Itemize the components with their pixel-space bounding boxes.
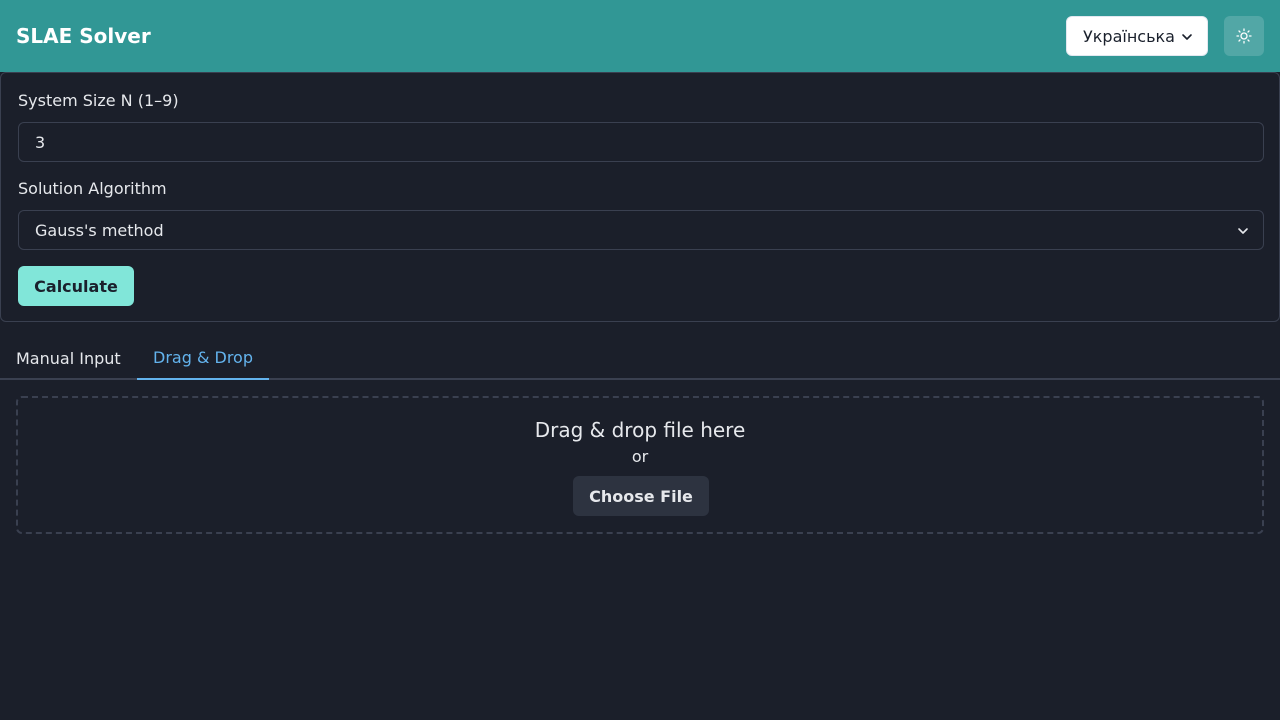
tab-drag-drop[interactable]: Drag & Drop <box>137 336 269 380</box>
chevron-down-icon <box>1238 228 1248 234</box>
language-select[interactable]: Українська <box>1066 16 1208 56</box>
algorithm-select-value: Gauss's method <box>35 220 164 240</box>
app-title: SLAE Solver <box>16 24 151 48</box>
choose-file-button[interactable]: Choose File <box>573 476 709 516</box>
language-select-value: Українська <box>1083 26 1175 46</box>
system-size-label: System Size N (1–9) <box>18 91 179 110</box>
chevron-down-icon <box>1182 34 1192 40</box>
calculate-button[interactable]: Calculate <box>18 266 134 306</box>
algorithm-label: Solution Algorithm <box>18 179 167 198</box>
algorithm-select[interactable]: Gauss's method <box>18 210 1264 250</box>
system-size-input[interactable] <box>18 122 1264 162</box>
dropzone-or-text: or <box>631 447 649 466</box>
tab-manual-input[interactable]: Manual Input <box>0 336 137 380</box>
sun-icon <box>1236 28 1252 44</box>
app-header: SLAE Solver Українська <box>0 0 1280 72</box>
dropzone-title: Drag & drop file here <box>534 418 746 442</box>
theme-toggle-button[interactable] <box>1224 16 1264 56</box>
input-tabs: Manual Input Drag & Drop <box>0 336 1280 380</box>
file-dropzone[interactable]: Drag & drop file here or Choose File <box>16 396 1264 534</box>
settings-card: System Size N (1–9) Solution Algorithm G… <box>0 72 1280 322</box>
